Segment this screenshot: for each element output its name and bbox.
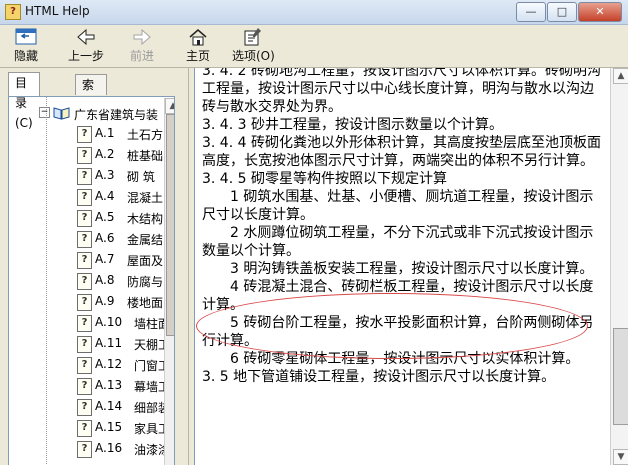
content-scroll-thumb[interactable] (613, 328, 628, 425)
tree-item-label: A.1 (95, 126, 115, 140)
tree-item-title: 木结构 (127, 212, 164, 226)
home-label: 主页 (186, 49, 211, 63)
tree-guide-line (46, 97, 48, 465)
help-topic-icon: ? (77, 336, 92, 353)
help-topic-icon: ? (77, 315, 92, 332)
tree-item-title: 屋面及 (127, 254, 164, 268)
help-topic-icon: ? (77, 252, 92, 269)
tree-item-label: A.16 (95, 441, 123, 455)
tree-item-label: A.5 (95, 210, 115, 224)
help-topic-icon: ? (77, 273, 92, 290)
help-topic-icon: ? (77, 168, 92, 185)
help-toolbar: 隐藏 上一步 前进 主页 选项(O) (0, 25, 628, 68)
book-open-icon (53, 105, 70, 120)
tree-item-title: 砌 筑 (127, 170, 155, 184)
home-button[interactable]: 主页 (186, 27, 210, 64)
content-paragraph: 3. 4. 4 砖砌化粪池以外形体积计算，其高度按垫层底至池顶板面高度，长宽按池… (202, 135, 601, 169)
hide-label: 隐藏 (14, 49, 39, 63)
collapse-toggle-icon[interactable]: − (39, 107, 50, 118)
tree-item-label: A.4 (95, 189, 115, 203)
content-scroll-up-icon[interactable]: ▲ (613, 68, 628, 84)
tree-item-title: 桩基础 (127, 149, 164, 163)
help-topic-icon: ? (77, 441, 92, 458)
tree-item-title: 楼地面 (127, 296, 164, 310)
tree-item-label: A.2 (95, 147, 115, 161)
tree-item-label: A.9 (95, 294, 115, 308)
content-paragraph: 3. 4. 3 砂井工程量，按设计图示数量以个计算。 (202, 117, 503, 133)
help-topic-icon: ? (77, 399, 92, 416)
content-scroll-down-icon[interactable]: ▼ (613, 449, 628, 465)
tree-item-label: A.14 (95, 399, 123, 413)
tab-index[interactable]: 索引(N) (75, 74, 108, 132)
help-app-icon: ? (5, 4, 21, 20)
forward-button[interactable]: 前进 (130, 27, 154, 64)
content-scrollbar[interactable]: ▲ ▼ (610, 68, 628, 465)
tree-scrollbar[interactable]: ▲ (164, 98, 174, 465)
html-help-window: ? HTML Help — □ ✕ 隐藏 上一步 前进 主页 选项(O) 目录(… (0, 0, 628, 465)
content-paragraph: 2 水厕蹲位砌筑工程量，不分下沉式或非下沉式按设计图示数量以个计算。 (202, 225, 594, 259)
help-topic-icon: ? (77, 231, 92, 248)
minimize-button[interactable]: — (516, 2, 546, 22)
tree-item-label: A.6 (95, 231, 115, 245)
help-topic-icon: ? (77, 420, 92, 437)
content-paragraph: 3. 5 地下管道铺设工程量，按设计图示尺寸以长度计算。 (202, 369, 556, 385)
help-topic-icon: ? (77, 378, 92, 395)
tab-contents[interactable]: 目录(C) (8, 72, 40, 130)
options-icon (244, 28, 262, 46)
window-title: HTML Help (25, 4, 90, 18)
tree-item-label: A.11 (95, 336, 123, 350)
maximize-button[interactable]: □ (547, 2, 577, 22)
tree-scroll-thumb[interactable] (166, 114, 174, 336)
back-icon (77, 28, 95, 46)
back-label: 上一步 (68, 49, 105, 63)
tree-item-title: 混凝土 (127, 191, 164, 205)
tree-item-label: A.8 (95, 273, 115, 287)
help-topic-icon: ? (77, 147, 92, 164)
title-bar: ? HTML Help — □ ✕ (0, 0, 628, 25)
content-paragraph: 3. 4. 5 砌零星等构件按照以下规定计算 (202, 171, 447, 187)
tree-item-label: A.7 (95, 252, 115, 266)
back-button[interactable]: 上一步 (68, 27, 104, 64)
tree-item-title: 土石方 (127, 128, 164, 142)
hide-button[interactable]: 隐藏 (14, 27, 38, 64)
content-paragraph: 1 砌筑水围基、灶基、小便槽、厕坑道工程量，按设计图示尺寸以长度计算。 (202, 189, 594, 223)
hide-icon (15, 28, 37, 45)
tree-item-label: A.10 (95, 315, 123, 329)
red-ellipse-annotation (196, 293, 588, 359)
navigation-pane: 目录(C) 索引(N) − 广东省建筑与装 ?A.1土石方?A.2桩基础?A.3… (0, 68, 187, 465)
help-content-pane: 3. 4. 2 砖砌地沟工程量，按设计图示尺寸以体积计算。砖砌明沟工程量，按设计… (194, 68, 611, 465)
window-controls: — □ ✕ (516, 2, 622, 22)
forward-icon (133, 28, 151, 46)
tree-item-title: 金属结 (127, 233, 164, 247)
options-label: 选项(O) (232, 49, 275, 63)
help-topic-icon: ? (77, 189, 92, 206)
help-topic-icon: ? (77, 126, 92, 143)
tree-scroll-up-icon[interactable]: ▲ (165, 98, 174, 114)
tree-root-label: 广东省建筑与装 (74, 108, 159, 122)
close-button[interactable]: ✕ (578, 2, 622, 22)
forward-label: 前进 (130, 49, 155, 63)
help-topic-icon: ? (77, 357, 92, 374)
options-button[interactable]: 选项(O) (232, 27, 275, 64)
help-topic-icon: ? (77, 294, 92, 311)
contents-tree: − 广东省建筑与装 ? A.1 土石方? A.2 桩基础? A.3 砌 筑? A.4 混凝土? A… (8, 96, 175, 465)
tree-item-label: A.12 (95, 357, 123, 371)
content-paragraph: 3 明沟铸铁盖板安装工程量，按设计图示尺寸以长度计算。 (230, 261, 594, 277)
home-icon (189, 29, 207, 46)
help-topic-icon: ? (77, 210, 92, 227)
tree-item-label: A.13 (95, 378, 123, 392)
tree-item-title: 防腐与 (127, 275, 164, 289)
tree-item-label: A.3 (95, 168, 115, 182)
tree-item-label: A.15 (95, 420, 123, 434)
content-paragraph: 3. 4. 2 砖砌地沟工程量，按设计图示尺寸以体积计算。砖砌明沟工程量，按设计… (202, 68, 601, 115)
